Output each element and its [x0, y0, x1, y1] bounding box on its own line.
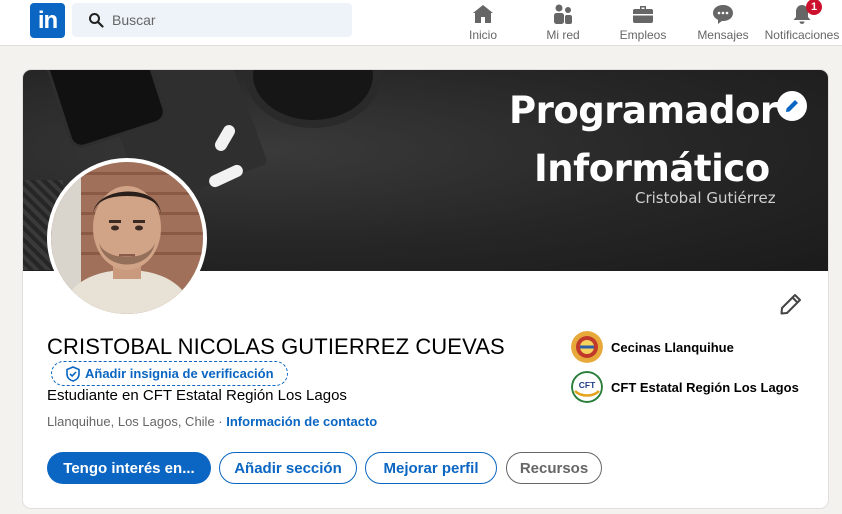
- search-box[interactable]: [72, 3, 352, 37]
- profile-photo[interactable]: [47, 158, 207, 318]
- nav-label-notifications: Notificaciones: [764, 28, 840, 42]
- nav-item-network[interactable]: Mi red: [533, 0, 593, 46]
- location-separator: ·: [214, 414, 227, 429]
- improve-profile-button[interactable]: Mejorar perfil: [365, 452, 497, 484]
- nav-label-messaging: Mensajes: [697, 28, 749, 42]
- org-item-cecinas[interactable]: Cecinas Llanquihue: [571, 331, 734, 363]
- open-to-button[interactable]: Tengo interés en...: [47, 452, 211, 484]
- banner-title-line1: Programador: [509, 89, 778, 132]
- pencil-icon: [780, 294, 801, 315]
- verify-label: Añadir insignia de verificación: [85, 366, 274, 381]
- org-name: Cecinas Llanquihue: [611, 339, 734, 355]
- network-icon: [554, 4, 572, 24]
- search-icon: [89, 13, 104, 28]
- banner-coffee-cup: [253, 70, 373, 120]
- nav-label-jobs: Empleos: [619, 28, 667, 42]
- message-icon: [713, 5, 733, 24]
- company-logo: [571, 331, 603, 363]
- notification-badge: 1: [806, 0, 822, 15]
- linkedin-logo[interactable]: in: [30, 3, 65, 38]
- global-nav: in Inicio Mi red Empleos: [0, 0, 842, 46]
- nav-item-messaging[interactable]: Mensajes: [693, 0, 753, 46]
- school-logo: CFT: [571, 371, 603, 403]
- nav-item-jobs[interactable]: Empleos: [613, 0, 673, 46]
- nav-item-notifications[interactable]: 1 Notificaciones: [762, 0, 842, 46]
- avatar: [51, 162, 203, 314]
- add-verification-badge-button[interactable]: Añadir insignia de verificación: [51, 361, 288, 386]
- briefcase-icon: [633, 6, 653, 23]
- search-input[interactable]: [112, 3, 342, 37]
- org-item-cft[interactable]: CFT CFT Estatal Región Los Lagos: [571, 371, 799, 403]
- add-section-button[interactable]: Añadir sección: [219, 452, 357, 484]
- org-name: CFT Estatal Región Los Lagos: [611, 379, 799, 395]
- profile-headline: Estudiante en CFT Estatal Región Los Lag…: [47, 387, 347, 404]
- nav-item-home[interactable]: Inicio: [453, 0, 513, 46]
- home-icon: [473, 5, 493, 23]
- profile-card: Programador Informático Cristobal Gutiér…: [23, 70, 828, 508]
- banner-title: Programador Informático: [509, 82, 778, 198]
- profile-location-line: Llanquihue, Los Lagos, Chile · Informaci…: [47, 414, 377, 429]
- profile-location: Llanquihue, Los Lagos, Chile: [47, 414, 215, 429]
- resources-button[interactable]: Recursos: [506, 452, 602, 484]
- banner-subtitle: Cristobal Gutiérrez: [635, 189, 776, 207]
- edit-banner-button[interactable]: [777, 91, 807, 121]
- profile-name: CRISTOBAL NICOLAS GUTIERREZ CUEVAS: [47, 334, 505, 359]
- nav-label-network: Mi red: [546, 28, 580, 42]
- contact-info-link[interactable]: Información de contacto: [226, 414, 377, 429]
- svg-text:CFT: CFT: [579, 380, 596, 390]
- pencil-icon: [786, 100, 798, 112]
- nav-label-home: Inicio: [468, 28, 497, 42]
- edit-profile-button[interactable]: [777, 290, 805, 318]
- shield-check-icon: [66, 366, 80, 382]
